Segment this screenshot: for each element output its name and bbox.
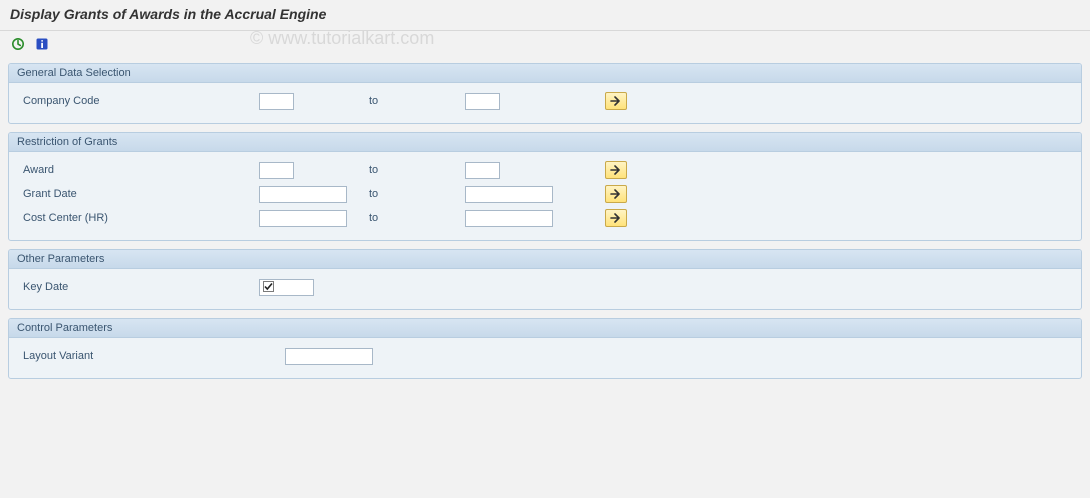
grant-date-to-input[interactable] <box>465 186 553 203</box>
grant-date-from-input[interactable] <box>259 186 347 203</box>
arrow-right-icon <box>610 165 622 175</box>
group-restriction: Restriction of Grants Award to Grant Dat… <box>8 132 1082 241</box>
arrow-right-icon <box>610 96 622 106</box>
company-code-to-input[interactable] <box>465 93 500 110</box>
arrow-right-icon <box>610 213 622 223</box>
row-award: Award to <box>19 158 1071 182</box>
page-title: Display Grants of Awards in the Accrual … <box>10 6 1080 22</box>
award-label: Award <box>19 164 259 176</box>
execute-button[interactable] <box>8 35 28 53</box>
row-layout-variant: Layout Variant <box>19 344 1071 368</box>
row-key-date: Key Date <box>19 275 1071 299</box>
grant-date-label: Grant Date <box>19 188 259 200</box>
cost-center-from-input[interactable] <box>259 210 347 227</box>
group-body-general: Company Code to <box>9 83 1081 123</box>
group-body-control: Layout Variant <box>9 338 1081 378</box>
toolbar <box>0 31 1090 59</box>
award-multiselect-button[interactable] <box>605 161 627 179</box>
group-header-other: Other Parameters <box>9 250 1081 269</box>
key-date-label: Key Date <box>19 281 259 293</box>
cost-center-label: Cost Center (HR) <box>19 212 259 224</box>
cost-center-multiselect-button[interactable] <box>605 209 627 227</box>
award-to-input[interactable] <box>465 162 500 179</box>
to-label: to <box>369 95 465 107</box>
group-control: Control Parameters Layout Variant <box>8 318 1082 379</box>
company-code-from-input[interactable] <box>259 93 294 110</box>
title-bar: Display Grants of Awards in the Accrual … <box>0 0 1090 31</box>
row-company-code: Company Code to <box>19 89 1071 113</box>
company-code-label: Company Code <box>19 95 259 107</box>
group-body-other: Key Date <box>9 269 1081 309</box>
layout-variant-label: Layout Variant <box>19 350 285 362</box>
award-from-input[interactable] <box>259 162 294 179</box>
content: General Data Selection Company Code to R… <box>0 63 1090 379</box>
group-other: Other Parameters Key Date <box>8 249 1082 310</box>
to-label: to <box>369 212 465 224</box>
info-icon <box>35 37 49 51</box>
group-header-restriction: Restriction of Grants <box>9 133 1081 152</box>
info-button[interactable] <box>32 35 52 53</box>
row-cost-center: Cost Center (HR) to <box>19 206 1071 230</box>
group-header-control: Control Parameters <box>9 319 1081 338</box>
group-header-general: General Data Selection <box>9 64 1081 83</box>
layout-variant-input[interactable] <box>285 348 373 365</box>
company-code-multiselect-button[interactable] <box>605 92 627 110</box>
clock-execute-icon <box>11 37 25 51</box>
key-date-input[interactable] <box>259 279 314 296</box>
group-general-data: General Data Selection Company Code to <box>8 63 1082 124</box>
grant-date-multiselect-button[interactable] <box>605 185 627 203</box>
to-label: to <box>369 164 465 176</box>
cost-center-to-input[interactable] <box>465 210 553 227</box>
group-body-restriction: Award to Grant Date to <box>9 152 1081 240</box>
row-grant-date: Grant Date to <box>19 182 1071 206</box>
arrow-right-icon <box>610 189 622 199</box>
to-label: to <box>369 188 465 200</box>
